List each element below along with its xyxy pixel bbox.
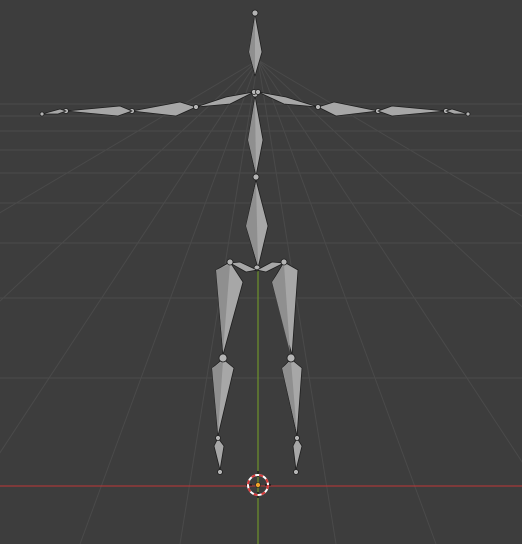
3d-viewport[interactable] [0, 0, 522, 544]
viewport-canvas[interactable] [0, 0, 522, 544]
